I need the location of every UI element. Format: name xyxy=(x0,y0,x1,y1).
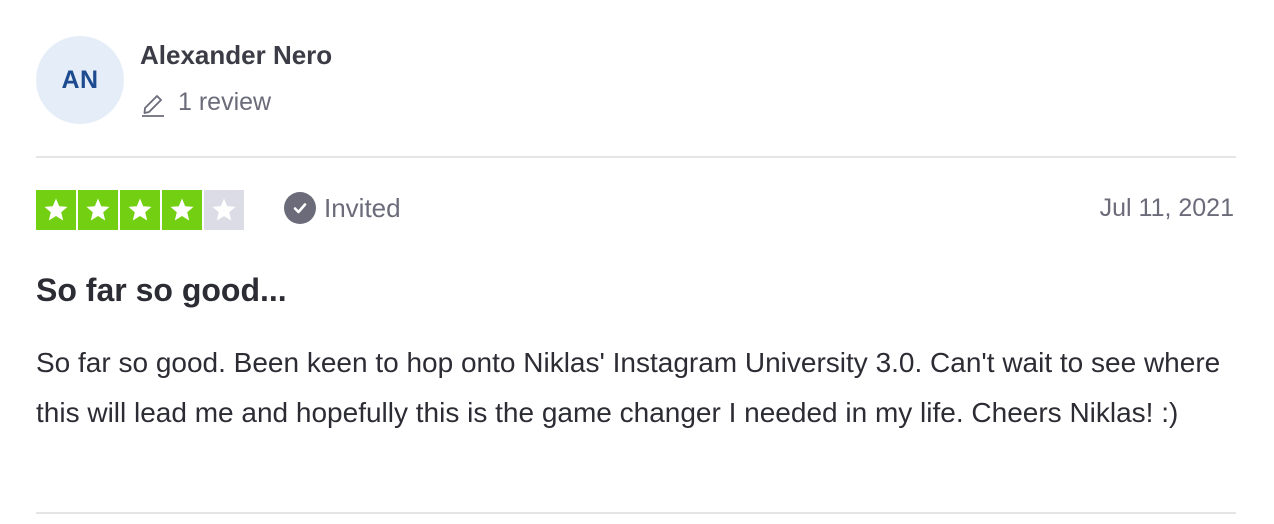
star-filled-icon xyxy=(36,190,76,230)
star-rating xyxy=(36,190,244,230)
star-filled-icon xyxy=(120,190,160,230)
review-date: Jul 11, 2021 xyxy=(1099,194,1234,222)
review-meta: Invited Jul 11, 2021 xyxy=(36,188,1236,232)
invited-text: Invited xyxy=(324,192,401,223)
consumer-info[interactable]: AN Alexander Nero 1 review xyxy=(36,36,636,126)
avatar[interactable]: AN xyxy=(36,36,124,124)
divider xyxy=(36,156,1236,158)
star-filled-icon xyxy=(162,190,202,230)
review-text: So far so good. Been keen to hop onto Ni… xyxy=(36,347,1221,428)
star-filled-icon xyxy=(78,190,118,230)
check-circle-icon xyxy=(284,192,316,224)
pencil-icon xyxy=(140,89,166,117)
avatar-initials: AN xyxy=(61,65,99,94)
review-card: AN Alexander Nero 1 review Invited Jul 1… xyxy=(36,0,1236,524)
review-title[interactable]: So far so good... xyxy=(36,272,287,309)
consumer-review-count: 1 review xyxy=(140,88,271,117)
star-empty-icon xyxy=(204,190,244,230)
review-count-label: 1 review xyxy=(178,88,272,116)
verification-label[interactable]: Invited xyxy=(284,192,401,224)
consumer-name[interactable]: Alexander Nero xyxy=(140,40,332,71)
divider xyxy=(36,512,1236,514)
